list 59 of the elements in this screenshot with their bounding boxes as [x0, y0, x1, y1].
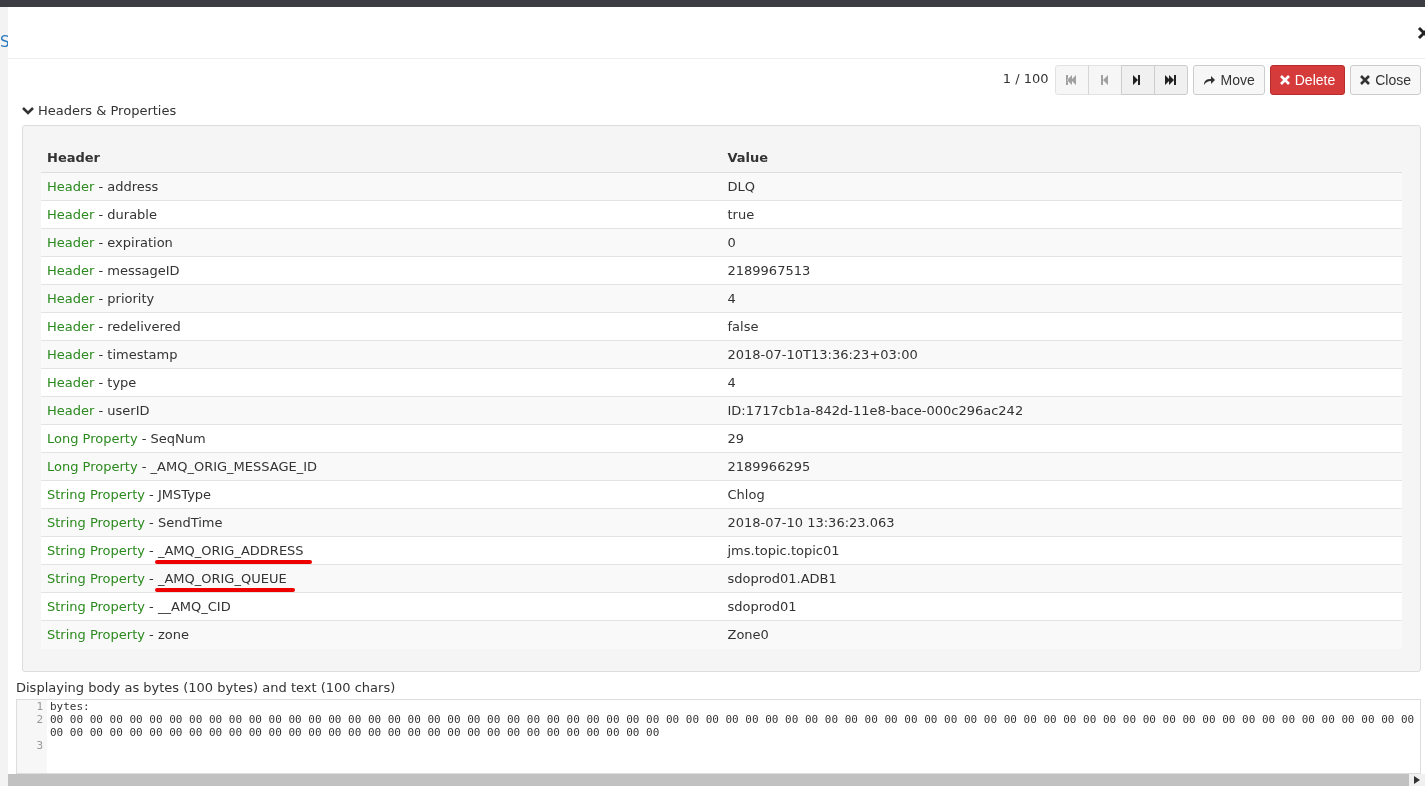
delete-button[interactable]: Delete: [1269, 65, 1346, 95]
table-cell: Header - expiration: [41, 228, 722, 257]
table-cell: true: [721, 200, 1402, 229]
table-cell: 29: [721, 424, 1402, 453]
table-cell: String Property - SendTime: [41, 508, 722, 537]
table-cell: Header - userID: [41, 396, 722, 425]
table-cell: Header - address: [41, 172, 722, 201]
share-arrow-icon: [1202, 74, 1216, 86]
table-cell: Header - redelivered: [41, 312, 722, 341]
table-cell: String Property - zone: [41, 620, 722, 649]
close-icon: [1279, 75, 1290, 85]
table-cell: 2018-07-10T13:36:23+03:00: [721, 340, 1402, 369]
line-number: 1: [35, 700, 43, 713]
table-cell: String Property - _AMQ_ORIG_QUEUE: [41, 564, 722, 593]
code-editor[interactable]: [16, 699, 1421, 774]
table-cell: String Property - _AMQ_ORIG_ADDRESS: [41, 536, 722, 565]
chevron-down-icon: [22, 106, 34, 116]
code-line: 00 00 00 00 00 00 00 00 00 00 00 00 00 00 00 00 00 00 00 00 00 00 00 00 00 00 00 00 00 00 00 00 00 00 00 00 00 00 00 00 00 00 00 00 00 00 00 00 00 00 00 00 00 00 00 00 00 00 00 00 00 00 00 00 00 00 00 00 00 00 00 00 00 00 00 00 00 00 00 00 00 00 00 00 00 00 00 00 00 00 00 00 00 00 00 00 00 00 00 00: [50, 713, 1416, 739]
table-cell: Header - priority: [41, 284, 722, 313]
table-cell: false: [721, 312, 1402, 341]
table-cell: Header - timestamp: [41, 340, 722, 369]
column-header: Header: [41, 139, 722, 173]
table-cell: Zone0: [721, 620, 1402, 649]
table-cell: 4: [721, 368, 1402, 397]
skip-last-button[interactable]: [1153, 65, 1188, 95]
column-header: Value: [721, 139, 1402, 173]
body-caption: Displaying body as bytes (100 bytes) and text (100 chars): [16, 678, 397, 697]
section-toggle[interactable]: Headers & Properties: [22, 101, 177, 121]
scrollbar-thumb[interactable]: [8, 774, 1409, 786]
next-button[interactable]: [1120, 65, 1155, 95]
move-button[interactable]: Move: [1192, 65, 1265, 95]
table-cell: String Property - JMSType: [41, 480, 722, 509]
table-cell: 2189966295: [721, 452, 1402, 481]
code-line: bytes:: [50, 700, 91, 713]
table-cell: jms.topic.topic01: [721, 536, 1402, 565]
line-number: 3: [35, 739, 43, 752]
table-cell: Header - type: [41, 368, 722, 397]
table-cell: sdoprod01: [721, 592, 1402, 621]
table-cell: Long Property - _AMQ_ORIG_MESSAGE_ID: [41, 452, 722, 481]
skip-first-icon: [1065, 74, 1078, 86]
table-cell: Header - durable: [41, 200, 722, 229]
background-link-text: S: [0, 33, 8, 51]
table-cell: ID:1717cb1a-842d-11e8-bace-000c296ac242: [721, 396, 1402, 425]
table-cell: String Property - __AMQ_CID: [41, 592, 722, 621]
table-cell: 2018-07-10 13:36:23.063: [721, 508, 1402, 537]
table-cell: Long Property - SeqNum: [41, 424, 722, 453]
page-counter: 1 / 100: [1002, 70, 1049, 88]
table-cell: Chlog: [721, 480, 1402, 509]
skip-last-icon: [1164, 74, 1177, 86]
table-cell: 0: [721, 228, 1402, 257]
line-number: 2: [35, 713, 43, 728]
table-cell: DLQ: [721, 172, 1402, 201]
table-cell: 4: [721, 284, 1402, 313]
close-button[interactable]: Close: [1350, 65, 1421, 95]
table-cell: sdoprod01.ADB1: [721, 564, 1402, 593]
close-icon: [1360, 75, 1371, 85]
table-cell: 2189967513: [721, 256, 1402, 285]
table-cell: Header - messageID: [41, 256, 722, 285]
previous-icon: [1098, 74, 1111, 86]
